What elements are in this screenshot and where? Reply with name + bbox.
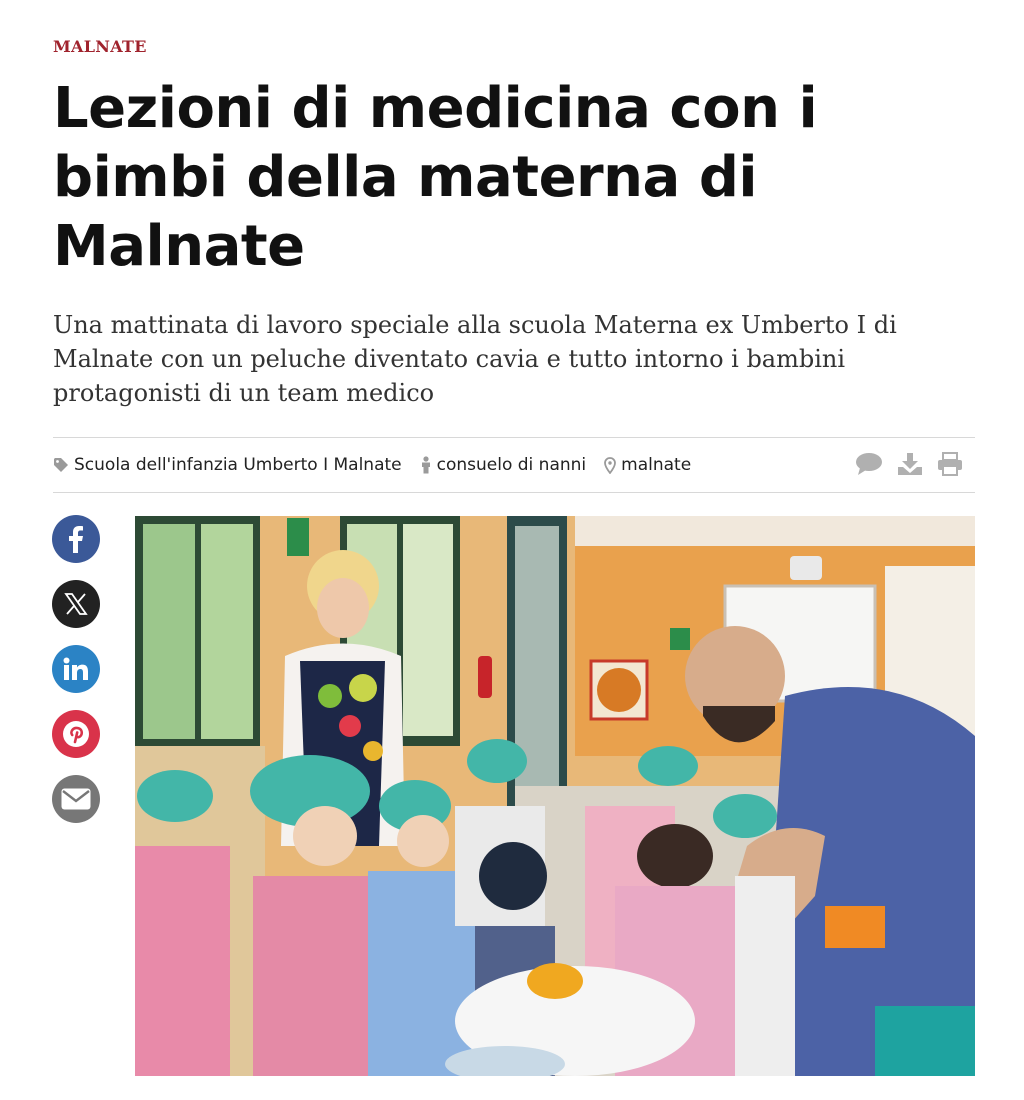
x-icon [64,593,88,615]
facebook-share-button[interactable] [52,515,100,563]
meta-author-label: consuelo di nanni [436,455,587,475]
pinterest-icon [63,721,89,747]
meta-tag-label: Scuola dell'infanzia Umberto I Malnate [74,455,402,475]
pinterest-share-button[interactable] [52,710,100,758]
article-headline: Lezioni di medicina con i bimbi della ma… [53,76,818,279]
meta-author[interactable]: consuelo di nanni [420,455,587,475]
download-icon[interactable] [897,452,923,476]
share-bar [52,515,100,823]
linkedin-share-button[interactable] [52,645,100,693]
meta-location-label: malnate [621,455,692,475]
person-icon [421,456,430,474]
facebook-icon [69,526,83,553]
article-category[interactable]: MALNATE [53,37,147,56]
print-icon[interactable] [937,452,963,476]
mail-share-button[interactable] [52,775,100,823]
article-subtitle: Una mattinata di lavoro speciale alla sc… [53,311,897,407]
x-share-button[interactable] [52,580,100,628]
mail-icon [61,788,91,810]
comment-icon[interactable] [855,452,883,476]
meta-location[interactable]: malnate [604,455,691,475]
tag-icon [54,458,68,472]
linkedin-icon [63,657,88,680]
location-pin-icon [604,456,617,474]
article-photo[interactable] [135,516,975,1076]
meta-tag[interactable]: Scuola dell'infanzia Umberto I Malnate [53,455,402,475]
article-meta-bar: Scuola dell'infanzia Umberto I Malnate c… [53,437,975,493]
classroom-photo-illustration [135,516,975,1076]
